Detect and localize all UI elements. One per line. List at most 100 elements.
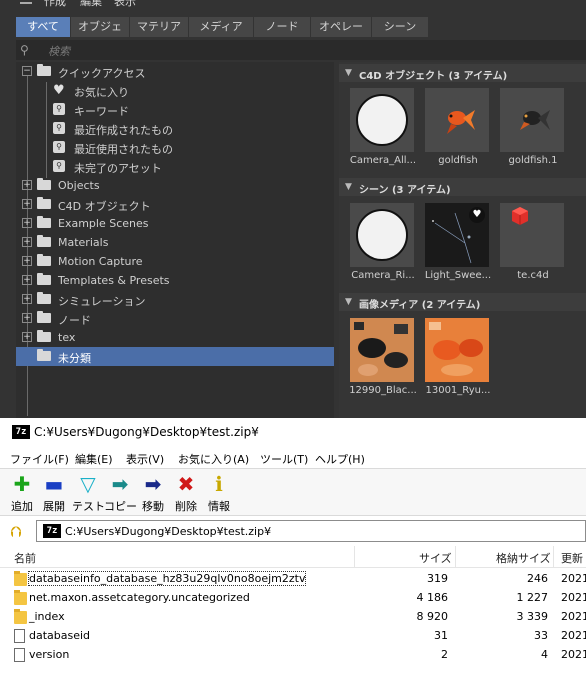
file-size: 31 [434, 629, 448, 642]
column-name[interactable]: 名前 [14, 550, 36, 566]
asset-thumbnail [350, 88, 414, 152]
tab-nodes[interactable]: ノード [254, 17, 310, 37]
expand-icon[interactable]: + [22, 180, 32, 190]
move-button[interactable]: ➡ 移動 [137, 473, 169, 515]
tree-item-objects[interactable]: + Objects [16, 176, 334, 195]
tab-objects[interactable]: オブジェクト [71, 17, 129, 53]
test-button[interactable]: ▽ テスト [72, 473, 105, 515]
table-row[interactable]: databaseid 31 33 2021 [0, 627, 586, 646]
column-modified[interactable]: 更新 [561, 550, 583, 566]
hamburger-icon[interactable] [20, 0, 32, 4]
tree-item-label: クイックアクセス [58, 67, 146, 80]
tree-item-templates-presets[interactable]: + Templates & Presets [16, 271, 334, 290]
folder-icon [37, 254, 51, 266]
tree-item-incomplete-assets[interactable]: ⚲ 未完了のアセット [16, 157, 334, 176]
tab-operators[interactable]: オペレータ [311, 17, 371, 53]
expand-icon[interactable]: + [22, 332, 32, 342]
expand-icon[interactable]: + [22, 199, 32, 209]
address-path: C:¥Users¥Dugong¥Desktop¥test.zip¥ [65, 525, 272, 538]
expand-icon[interactable]: + [22, 275, 32, 285]
column-divider[interactable] [354, 546, 355, 568]
tree-item-favorites[interactable]: ♥ お気に入り [16, 81, 334, 100]
folder-icon [14, 590, 27, 605]
tree-item-example-scenes[interactable]: + Example Scenes [16, 214, 334, 233]
tree-item-keywords[interactable]: ⚲ キーワード [16, 100, 334, 119]
tree-item-nodes[interactable]: + ノード [16, 309, 334, 328]
address-field[interactable]: 7z C:¥Users¥Dugong¥Desktop¥test.zip¥ [36, 520, 586, 542]
copy-arrow-icon: ➡ [111, 472, 129, 496]
add-button[interactable]: ✚ 追加 [6, 473, 38, 515]
section-header-scenes[interactable]: ▼ シーン (3 アイテム) [339, 178, 586, 196]
tree-item-tex[interactable]: + tex [16, 328, 334, 347]
expand-icon[interactable]: + [22, 294, 32, 304]
menu-tools[interactable]: ツール(T) [260, 451, 308, 467]
asset-tile[interactable]: 13001_Ryu... [425, 318, 491, 396]
asset-tile[interactable]: 12990_Blac... [349, 318, 417, 396]
search-folder-icon: ⚲ [53, 103, 65, 115]
menu-favorites[interactable]: お気に入り(A) [178, 451, 249, 467]
folder-up-icon[interactable]: ⮉ [10, 523, 26, 541]
search-bar[interactable]: ⚲ 検索 [16, 40, 586, 60]
search-folder-icon: ⚲ [53, 122, 65, 134]
column-size[interactable]: サイズ [419, 550, 452, 566]
folder-icon [14, 571, 27, 586]
collapse-triangle-icon[interactable]: ▼ [345, 182, 352, 192]
asset-tile[interactable]: Camera_All... [350, 88, 416, 166]
tree-item-label: tex [58, 331, 76, 344]
asset-grid: ▼ C4D オブジェクト (3 アイテム) Camera_All... gold… [339, 62, 586, 418]
collapse-triangle-icon[interactable]: ▼ [345, 68, 352, 78]
menu-edit[interactable]: 編集 [80, 0, 102, 9]
copy-button[interactable]: ➡ コピー [104, 472, 137, 515]
asset-tile[interactable]: goldfish [425, 88, 491, 166]
texture-ryukin-image [425, 318, 489, 382]
favorite-heart-icon[interactable]: ♥ [469, 207, 485, 223]
menu-view[interactable]: 表示 [114, 0, 136, 9]
menu-create[interactable]: 作成 [44, 0, 66, 9]
tree-item-quick-access[interactable]: − クイックアクセス [16, 62, 334, 81]
asset-tile[interactable]: te.c4d [500, 203, 566, 281]
move-arrow-icon: ➡ [144, 472, 162, 496]
tree-item-uncategorized[interactable]: 未分類 [16, 347, 334, 366]
tab-scenes[interactable]: シーン [372, 17, 428, 37]
address-bar: ⮉ 7z C:¥Users¥Dugong¥Desktop¥test.zip¥ [0, 518, 586, 544]
expand-icon[interactable]: + [22, 218, 32, 228]
delete-button[interactable]: ✖ 削除 [170, 473, 202, 515]
folder-icon [37, 235, 51, 247]
asset-tile[interactable]: Camera_Ri... [350, 203, 416, 281]
tree-item-recently-used[interactable]: ⚲ 最近使用されたもの [16, 138, 334, 157]
collapse-icon[interactable]: − [22, 66, 32, 76]
menu-view[interactable]: 表示(V) [126, 451, 164, 467]
extract-button[interactable]: ▬ 展開 [38, 473, 70, 515]
section-header-c4d-objects[interactable]: ▼ C4D オブジェクト (3 アイテム) [339, 64, 586, 82]
tree-item-recently-created[interactable]: ⚲ 最近作成されたもの [16, 119, 334, 138]
tab-all[interactable]: すべて [16, 17, 70, 37]
menu-help[interactable]: ヘルプ(H) [315, 451, 365, 467]
tree-item-label: Example Scenes [58, 217, 149, 230]
expand-icon[interactable]: + [22, 256, 32, 266]
column-divider[interactable] [455, 546, 456, 568]
camera-object-icon [356, 94, 408, 146]
table-row[interactable]: _index 8 920 3 339 2021 [0, 608, 586, 627]
section-header-image-media[interactable]: ▼ 画像メディア (2 アイテム) [339, 293, 586, 311]
tree-item-materials[interactable]: + Materials [16, 233, 334, 252]
menu-file[interactable]: ファイル(F) [10, 451, 69, 467]
c4d-menubar: 作成 編集 表示 [0, 0, 586, 14]
expand-icon[interactable]: + [22, 313, 32, 323]
asset-tile[interactable]: ♥ Light_Swee... [425, 203, 491, 281]
column-packed-size[interactable]: 格納サイズ [496, 550, 551, 566]
expand-icon[interactable]: + [22, 237, 32, 247]
tab-materials[interactable]: マテリアル [130, 17, 188, 53]
tab-media[interactable]: メディア [189, 17, 253, 37]
tree-item-label: Motion Capture [58, 255, 143, 268]
table-row[interactable]: version 2 4 2021 [0, 646, 586, 665]
table-row[interactable]: databaseinfo_database_hz83u29qlv0no8oejm… [0, 570, 586, 589]
menu-edit[interactable]: 編集(E) [75, 451, 113, 467]
table-row[interactable]: net.maxon.assetcategory.uncategorized 4 … [0, 589, 586, 608]
collapse-triangle-icon[interactable]: ▼ [345, 297, 352, 307]
info-button[interactable]: ℹ 情報 [203, 473, 235, 515]
tree-item-simulation[interactable]: + シミュレーション [16, 290, 334, 309]
asset-tile[interactable]: goldfish.1 [500, 88, 566, 166]
tree-item-c4d-objects[interactable]: + C4D オブジェクト [16, 195, 334, 214]
column-divider[interactable] [553, 546, 554, 568]
tree-item-motion-capture[interactable]: + Motion Capture [16, 252, 334, 271]
